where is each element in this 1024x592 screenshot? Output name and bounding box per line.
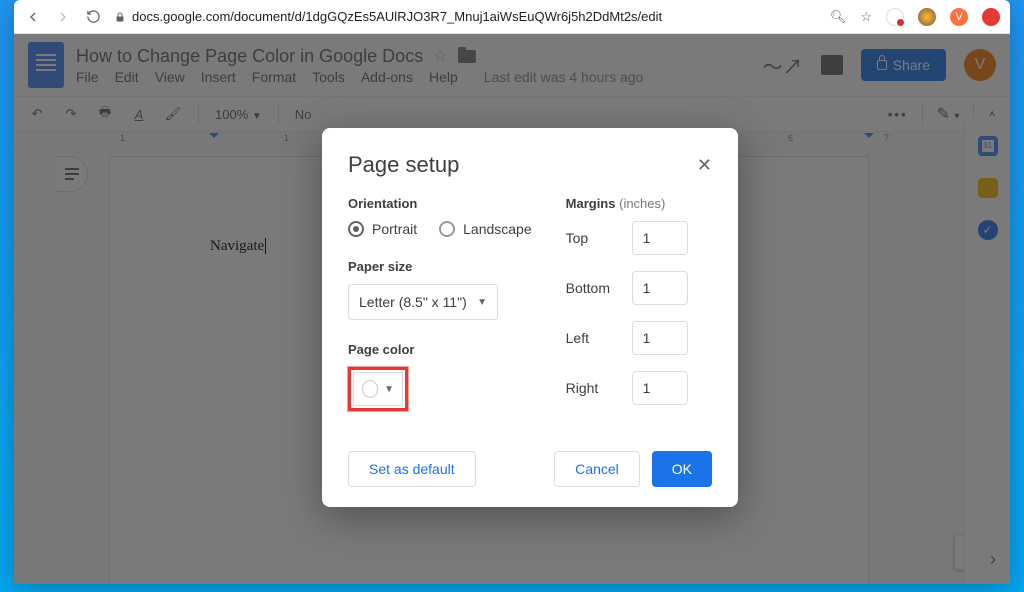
address-bar: docs.google.com/document/d/1dgGQzEs5AUlR…	[14, 0, 1010, 34]
margins-label: Margins (inches)	[566, 196, 712, 211]
set-as-default-button[interactable]: Set as default	[348, 451, 476, 487]
page-color-label: Page color	[348, 342, 532, 357]
back-icon[interactable]	[24, 8, 42, 26]
page-setup-dialog: Page setup ✕ Orientation Portrait Landsc…	[322, 128, 738, 507]
margin-right-input[interactable]	[632, 371, 688, 405]
reload-icon[interactable]	[84, 8, 102, 26]
zoom-icon[interactable]: 🔍︎	[830, 9, 847, 25]
page-color-picker[interactable]: ▼	[353, 372, 403, 406]
browser-window: docs.google.com/document/d/1dgGQzEs5AUlR…	[14, 0, 1010, 584]
margin-right-label: Right	[566, 380, 632, 396]
margin-left-input[interactable]	[632, 321, 688, 355]
orientation-landscape-radio[interactable]: Landscape	[439, 221, 532, 237]
paper-size-select[interactable]: Letter (8.5" x 11")▼	[348, 284, 498, 320]
margin-top-input[interactable]	[632, 221, 688, 255]
extension-icon-3[interactable]	[982, 8, 1000, 26]
bookmark-star-icon[interactable]: ☆	[860, 9, 872, 25]
page-color-highlight: ▼	[348, 367, 408, 411]
extension-icon-1[interactable]	[886, 8, 904, 26]
extension-icon-2[interactable]	[918, 8, 936, 26]
dialog-title: Page setup ✕	[348, 152, 712, 178]
close-icon[interactable]: ✕	[697, 155, 712, 176]
profile-avatar-icon[interactable]: V	[950, 8, 968, 26]
url-field[interactable]: docs.google.com/document/d/1dgGQzEs5AUlR…	[114, 9, 818, 24]
color-swatch-icon	[362, 380, 378, 398]
ok-button[interactable]: OK	[652, 451, 712, 487]
margin-top-label: Top	[566, 230, 632, 246]
chevron-down-icon: ▼	[384, 384, 394, 395]
margin-bottom-input[interactable]	[632, 271, 688, 305]
lock-icon	[114, 10, 126, 24]
orientation-label: Orientation	[348, 196, 532, 211]
margin-left-label: Left	[566, 330, 632, 346]
docs-app: How to Change Page Color in Google Docs …	[14, 34, 1010, 584]
margin-bottom-label: Bottom	[566, 280, 632, 296]
cancel-button[interactable]: Cancel	[554, 451, 640, 487]
orientation-portrait-radio[interactable]: Portrait	[348, 221, 417, 237]
forward-icon[interactable]	[54, 8, 72, 26]
url-text: docs.google.com/document/d/1dgGQzEs5AUlR…	[132, 9, 662, 24]
paper-size-label: Paper size	[348, 259, 532, 274]
